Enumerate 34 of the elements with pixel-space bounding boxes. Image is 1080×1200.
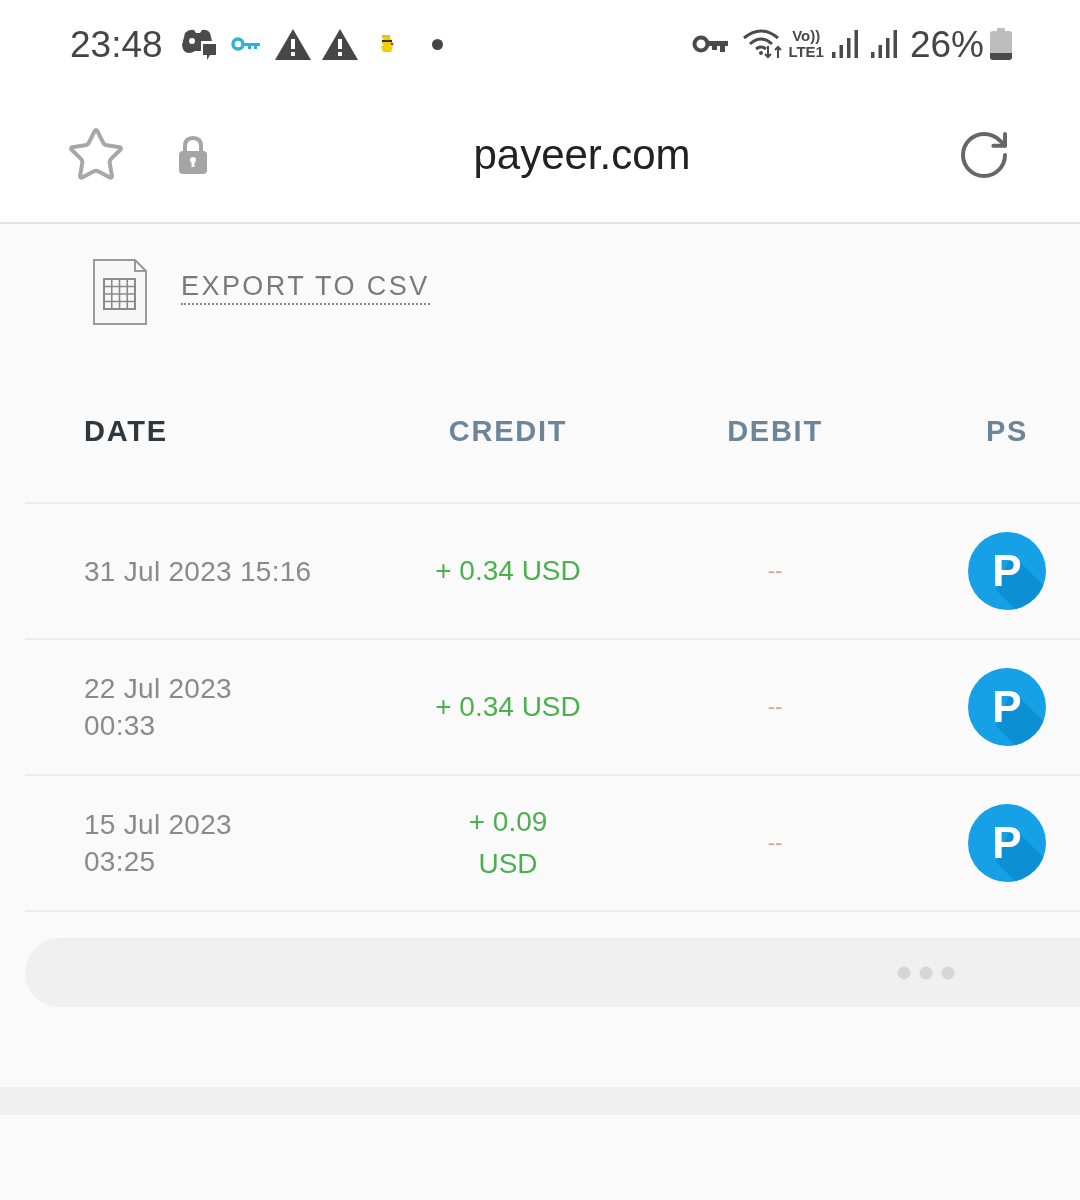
- signal-icon: [831, 30, 858, 58]
- column-header: DEBIT: [727, 417, 823, 446]
- loading-dots-icon: [897, 965, 955, 980]
- ps-logo: P: [968, 668, 1046, 746]
- key-icon: [230, 37, 261, 51]
- battery-icon: [990, 28, 1012, 60]
- spreadsheet-file-icon: [93, 259, 147, 325]
- transaction-date: 22 Jul 2023 00:33: [84, 673, 232, 741]
- signal-icon: [870, 30, 897, 58]
- warning-icon: [274, 28, 311, 60]
- column-header: CREDIT: [448, 417, 568, 446]
- dot-icon: [431, 38, 443, 50]
- page-url[interactable]: payeer.com: [473, 134, 691, 176]
- column-header: PS: [985, 417, 1029, 446]
- duck-icon: [378, 35, 395, 53]
- lock-icon[interactable]: [178, 136, 208, 174]
- volte-label: Vo)): [792, 28, 821, 44]
- warning-icon: [321, 28, 358, 60]
- transaction-date: 31 Jul 2023 15:16: [84, 555, 312, 587]
- clock-time: 23:48: [70, 25, 163, 63]
- credit-amount: + 0.09 USD: [468, 805, 548, 881]
- column-header: DATE: [84, 417, 168, 446]
- debit-amount: --: [767, 560, 783, 582]
- transaction-date: 15 Jul 2023 03:25: [84, 809, 232, 877]
- ps-logo: P: [968, 532, 1046, 610]
- ps-logo: P: [968, 804, 1046, 882]
- debit-amount: --: [767, 832, 783, 854]
- battery-percent: 26%: [909, 25, 984, 63]
- debit-amount: --: [767, 696, 783, 718]
- credit-amount: + 0.34 USD: [435, 554, 581, 588]
- export-csv-link[interactable]: EXPORT TO CSV: [181, 269, 430, 305]
- key-icon: [692, 34, 729, 54]
- lte-label: LTE1: [788, 44, 824, 60]
- credit-amount: + 0.34 USD: [435, 690, 581, 724]
